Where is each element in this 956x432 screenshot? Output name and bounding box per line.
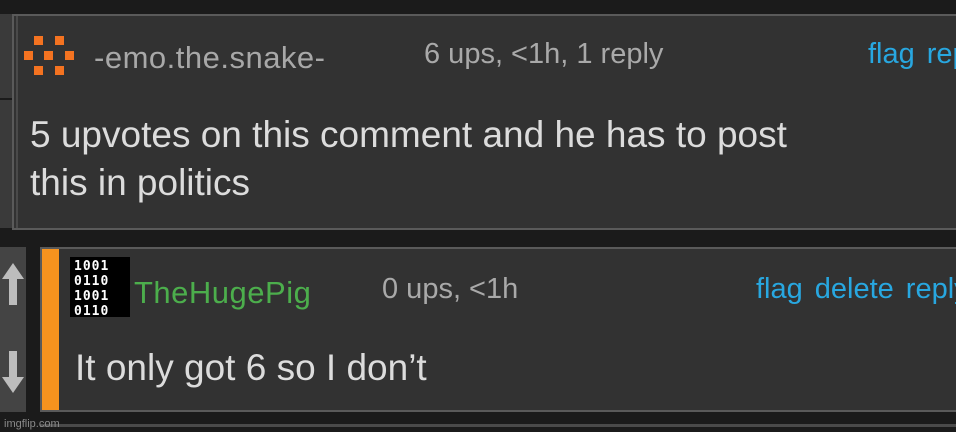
thread-guide-line bbox=[0, 14, 12, 98]
binary-row: 0110 bbox=[74, 274, 110, 289]
comment-meta: 0 ups, <1h bbox=[382, 273, 519, 305]
watermark: imgflip.com bbox=[4, 418, 60, 430]
comment-text: 5 upvotes on this comment and he has to … bbox=[30, 111, 787, 207]
comment-actions: flag delete reply bbox=[756, 273, 956, 306]
thread-indent-line bbox=[16, 16, 18, 228]
binary-row: 0110 bbox=[74, 304, 110, 317]
vote-column bbox=[0, 247, 26, 412]
own-comment-marker bbox=[42, 249, 59, 410]
reply-link[interactable]: reply bbox=[906, 273, 956, 305]
comment-text-line: 5 upvotes on this comment and he has to … bbox=[30, 114, 787, 155]
comment-text-line: this in politics bbox=[30, 162, 251, 203]
binary-row: 1001 bbox=[74, 259, 110, 274]
comment-actions: flag reply bbox=[868, 38, 956, 71]
downvote-arrow-icon[interactable] bbox=[0, 343, 26, 399]
pixel-pattern-icon[interactable] bbox=[24, 36, 74, 82]
delete-link[interactable]: delete bbox=[815, 273, 894, 305]
comment-text-line: It only got 6 so I don’t bbox=[75, 347, 427, 388]
comment-card: 1001 0110 1001 0110 TheHugePig 0 ups, <1h f… bbox=[40, 247, 956, 412]
reply-link[interactable]: reply bbox=[927, 38, 956, 70]
flag-link[interactable]: flag bbox=[756, 273, 803, 305]
binary-row: 1001 bbox=[74, 289, 110, 304]
comment-card: -emo.the.snake- 6 ups, <1h, 1 reply flag… bbox=[12, 14, 956, 230]
next-comment-edge bbox=[40, 424, 956, 427]
comment-username[interactable]: -emo.the.snake- bbox=[94, 40, 326, 76]
comment-username[interactable]: TheHugePig bbox=[134, 275, 311, 311]
comment-meta: 6 ups, <1h, 1 reply bbox=[424, 38, 664, 70]
binary-code-icon[interactable]: 1001 0110 1001 0110 bbox=[70, 257, 130, 317]
flag-link[interactable]: flag bbox=[868, 38, 915, 70]
thread-guide-line bbox=[0, 100, 12, 228]
upvote-arrow-icon[interactable] bbox=[0, 257, 26, 313]
comment-text: It only got 6 so I don’t bbox=[75, 344, 427, 392]
